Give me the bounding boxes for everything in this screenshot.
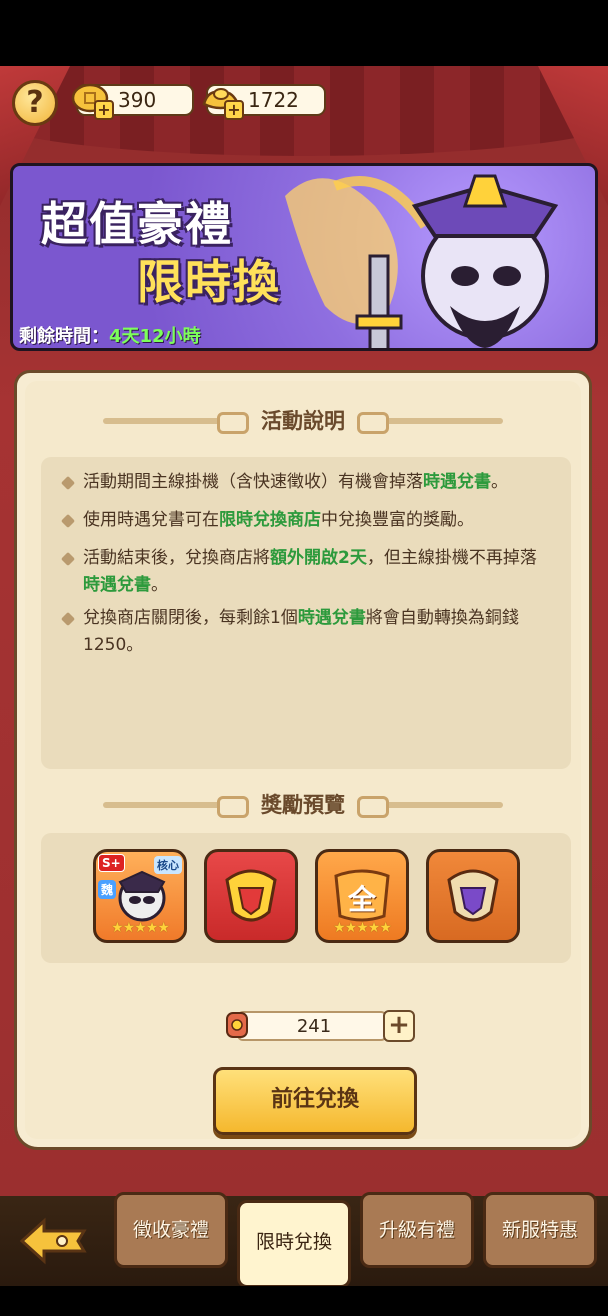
event-panel: 活動說明 活動期間主線掛機（含快速徵收）有機會掉落時遇兌書。 使用時遇兌書可在限… — [14, 370, 592, 1150]
remaining-time-label: 剩餘時間： — [19, 326, 109, 347]
ingot-add-icon[interactable]: + — [224, 100, 244, 120]
system-nav-area — [0, 1286, 608, 1316]
scroll-book-icon — [226, 1012, 248, 1038]
rank-badge: S+ — [98, 854, 125, 872]
exchange-book-counter: 241 — [237, 1011, 387, 1041]
status-bar-area — [0, 0, 608, 66]
general-character-art — [285, 174, 559, 348]
description-bullet-1: 活動期間主線掛機（含快速徵收）有機會掉落時遇兌書。 — [63, 469, 553, 496]
remaining-time-value: 4天12小時 — [109, 326, 201, 347]
coin-counter[interactable]: + 390 — [71, 83, 194, 120]
go-exchange-button[interactable]: 前往兌換 — [213, 1067, 417, 1135]
star-rating: ★★★★★ — [111, 920, 170, 936]
tab-collect-gifts[interactable]: 徵收豪禮 — [114, 1192, 228, 1268]
token-label: 全 — [347, 883, 376, 916]
rewards-preview: S+ 魏 核心 ★★★★★ 全 ★★★★★ — [41, 833, 571, 963]
description-bullet-4: 兌換商店關閉後，每剩餘1個時遇兌書將會自動轉換為銅錢1250。 — [63, 605, 553, 659]
reward-all-token[interactable]: 全 ★★★★★ — [315, 849, 409, 943]
description-heading: 活動說明 — [261, 409, 345, 433]
reward-red-shield[interactable] — [204, 849, 298, 943]
reward-purple-shield[interactable] — [426, 849, 520, 943]
tab-limited-exchange[interactable]: 限時兌換 — [237, 1200, 351, 1288]
tab-label: 新服特惠 — [501, 1219, 578, 1241]
reward-hero-card[interactable]: S+ 魏 核心 ★★★★★ — [93, 849, 187, 943]
add-exchange-book-button[interactable]: + — [383, 1010, 415, 1042]
rewards-header: 獎勵預覽 — [25, 787, 581, 823]
faction-badge: 魏 — [98, 880, 117, 899]
description-box: 活動期間主線掛機（含快速徵收）有機會掉落時遇兌書。 使用時遇兌書可在限時兌換商店… — [41, 457, 571, 769]
core-tag: 核心 — [154, 856, 182, 874]
tab-label: 徵收豪禮 — [132, 1219, 209, 1241]
tab-new-server-deals[interactable]: 新服特惠 — [483, 1192, 597, 1268]
coin-value: 390 — [118, 88, 157, 112]
tab-label: 升級有禮 — [378, 1219, 455, 1241]
tab-level-up-gifts[interactable]: 升級有禮 — [360, 1192, 474, 1268]
description-header: 活動說明 — [25, 403, 581, 439]
ingot-value: 1722 — [248, 88, 299, 112]
description-bullet-3: 活動結束後，兌換商店將額外開啟2天，但主線掛機不再掉落時遇兌書。 — [63, 545, 553, 599]
tab-label: 限時兌換 — [255, 1231, 332, 1253]
banner-title-line2: 限時換 — [137, 255, 281, 309]
rewards-heading: 獎勵預覽 — [261, 793, 345, 817]
ingot-counter[interactable]: + 1722 — [202, 84, 326, 120]
back-arrow-icon[interactable] — [18, 1213, 90, 1269]
panel-inner: 活動說明 活動期間主線掛機（含快速徵收）有機會掉落時遇兌書。 使用時遇兌書可在限… — [25, 381, 581, 1139]
shield-emblem-icon — [225, 869, 277, 922]
description-bullet-2: 使用時遇兌書可在限時兌換商店中兌換豐富的獎勵。 — [63, 507, 553, 534]
banner-title-line1: 超值豪禮 — [41, 197, 233, 251]
help-button[interactable]: ? — [12, 80, 58, 126]
go-exchange-label: 前往兌換 — [270, 1087, 359, 1112]
star-rating: ★★★★★ — [333, 920, 392, 936]
remaining-time: 剩餘時間：4天12小時 — [19, 322, 201, 348]
exchange-book-count: 241 — [296, 1016, 332, 1037]
shield-emblem-icon — [447, 869, 499, 922]
event-banner: 超值豪禮 限時換 剩餘時間：4天12小時 — [10, 163, 598, 351]
coin-add-icon[interactable]: + — [94, 100, 114, 120]
